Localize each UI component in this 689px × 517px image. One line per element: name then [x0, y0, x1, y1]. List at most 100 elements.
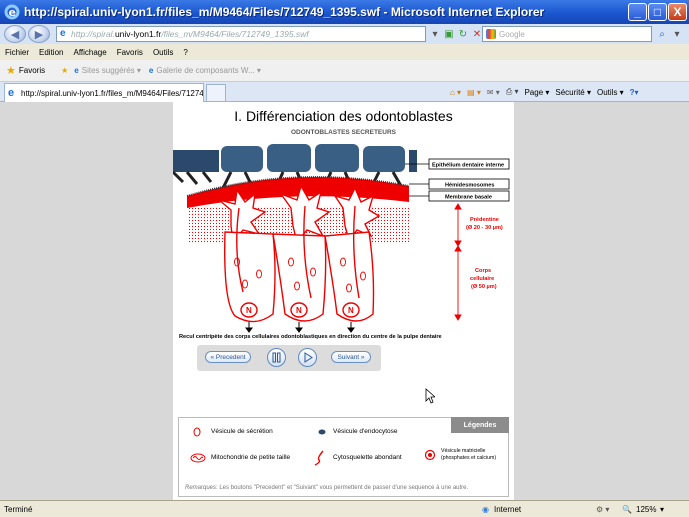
next-button[interactable]: Suivant »: [331, 351, 371, 363]
flash-slide: I. Différenciation des odontoblastes ODO…: [173, 102, 514, 500]
zone-label: Internet: [494, 504, 522, 514]
label-hemidesmosomes: Hémidesmosomes: [445, 183, 494, 189]
pause-icon: [272, 352, 281, 363]
internet-zone-icon: ◉: [482, 504, 489, 514]
label-membrane: Membrane basale: [445, 195, 492, 201]
suggested-sites-icon: e: [74, 66, 79, 75]
matrix-vesicle-icon: [424, 449, 436, 461]
menu-bar: Fichier Edition Affichage Favoris Outils…: [0, 44, 689, 60]
command-bar: ⌂ ▾ ▤ ▾ ✉ ▾ ⎙ ▾ Page ▾ Sécurité ▾ Outils…: [450, 84, 639, 100]
play-button[interactable]: [298, 348, 317, 367]
help-icon[interactable]: ?▾: [630, 88, 639, 97]
menu-fichier[interactable]: Fichier: [0, 48, 34, 57]
window-title: http://spiral.univ-lyon1.fr/files_m/M946…: [24, 5, 545, 19]
previous-button[interactable]: « Precedent: [205, 351, 251, 363]
refresh-icon[interactable]: ↻: [456, 27, 470, 41]
web-slice-gallery-link[interactable]: Galerie de composants W... ▾: [156, 66, 261, 75]
label-corps: Corps: [475, 268, 491, 274]
url-dropdown-icon[interactable]: ▾: [428, 27, 442, 41]
legend-endocytose: Vésicule d'endocytose: [333, 428, 398, 435]
title-bar: e http://spiral.univ-lyon1.fr/files_m/M9…: [0, 0, 689, 24]
menu-edition[interactable]: Edition: [34, 48, 68, 57]
menu-affichage[interactable]: Affichage: [68, 48, 111, 57]
security-menu[interactable]: Sécurité ▾: [555, 88, 591, 97]
diagram-caption: Recul centripète des corps cellulaires o…: [179, 334, 442, 340]
tab-current[interactable]: e http://spiral.univ-lyon1.fr/files_m/M9…: [4, 83, 204, 102]
label-predentine-size: (Ø 20 - 30 µm): [466, 225, 503, 231]
ie-logo-icon: e: [4, 4, 20, 20]
forward-arrow-icon: ▶: [34, 28, 44, 41]
new-tab-button[interactable]: [206, 84, 226, 101]
favorites-button[interactable]: Favoris: [19, 66, 45, 75]
play-icon: [304, 352, 313, 363]
remarks-label: Remarques: [185, 485, 217, 491]
label-epithelium: Epithélium dentaire interne: [432, 163, 504, 169]
favorites-bar: ★ Favoris ★ e Sites suggérés ▾ e Galerie…: [0, 60, 689, 82]
address-bar: ◀ ▶ e http://spiral. univ-lyon1.fr/files_…: [0, 24, 689, 44]
protected-mode-icon[interactable]: ⚙ ▾: [596, 505, 609, 514]
home-icon[interactable]: ⌂ ▾: [450, 88, 461, 97]
google-icon: [486, 29, 496, 39]
menu-help[interactable]: ?: [178, 48, 192, 57]
playback-controls: « Precedent Suivant »: [197, 345, 381, 371]
mitochondria-icon: [190, 453, 206, 463]
feeds-icon[interactable]: ▤ ▾: [467, 88, 481, 97]
label-predentine: Prédentine: [470, 217, 499, 223]
print-icon[interactable]: ⎙ ▾: [506, 87, 519, 97]
tools-menu[interactable]: Outils ▾: [597, 88, 624, 97]
back-arrow-icon: ◀: [10, 28, 20, 41]
menu-outils[interactable]: Outils: [148, 48, 178, 57]
tab-page-icon: e: [8, 87, 15, 99]
status-bar: Terminé ◉ Internet ⚙ ▾ 🔍 125% ▾: [0, 500, 689, 517]
url-host: univ-lyon1.fr: [114, 29, 162, 39]
favorites-star-icon: ★: [6, 65, 16, 77]
legend-panel: Légendes Vésicule de sécrétion Vésicule …: [178, 417, 509, 497]
zoom-level[interactable]: 125%: [636, 505, 656, 514]
content-area: I. Différenciation des odontoblastes ODO…: [0, 102, 689, 500]
svg-text:e: e: [9, 6, 16, 19]
nucleus-label-2: N: [296, 306, 302, 315]
forward-button[interactable]: ▶: [28, 25, 50, 43]
status-text: Terminé: [4, 504, 33, 514]
nucleus-label-1: N: [246, 306, 252, 315]
close-button[interactable]: X: [668, 3, 687, 21]
search-icon[interactable]: ⌕: [655, 27, 669, 41]
search-placeholder: Google: [499, 29, 525, 39]
mail-icon[interactable]: ✉ ▾: [487, 88, 500, 97]
label-corps-size: (Ø 50 µm): [471, 284, 497, 290]
legend-tab: Légendes: [451, 417, 509, 433]
remarks-text: : Les boutons "Precedent" et "Suivant" v…: [216, 485, 469, 491]
legend-secretion: Vésicule de sécrétion: [211, 428, 273, 435]
minimize-button[interactable]: _: [628, 3, 647, 21]
pause-button[interactable]: [267, 348, 286, 367]
add-favorite-icon[interactable]: ★: [61, 66, 68, 75]
odontoblast-diagram: N N N Epithélium dentaire interne Hémide…: [173, 144, 510, 333]
cytoskeleton-icon: [314, 450, 324, 466]
back-button[interactable]: ◀: [4, 25, 26, 43]
compat-icon[interactable]: ▣: [442, 27, 456, 41]
url-prefix: http://spiral.: [71, 29, 115, 39]
secretion-vesicle-icon: [193, 427, 201, 437]
zoom-dropdown-icon[interactable]: ▾: [660, 505, 664, 514]
legend-remarks: Remarques: Les boutons "Precedent" et "S…: [185, 485, 468, 491]
search-input[interactable]: Google: [482, 26, 652, 42]
legend-mitochondrie: Mitochondrie de petite taille: [211, 454, 291, 461]
endocytosis-vesicle-icon: [318, 429, 326, 435]
legend-matricielle-2: (phosphates et calcium): [441, 455, 497, 461]
tab-bar: e http://spiral.univ-lyon1.fr/files_m/M9…: [0, 82, 689, 102]
legend-matricielle-1: Vésicule matricielle: [441, 448, 486, 454]
search-options-icon[interactable]: ▾: [670, 27, 684, 41]
web-slice-icon: e: [148, 66, 154, 75]
mouse-cursor-icon: [425, 388, 435, 404]
url-path: /files_m/M9464/Files/712749_1395.swf: [161, 29, 309, 39]
suggested-sites-link[interactable]: Sites suggérés ▾: [82, 66, 141, 75]
nucleus-label-3: N: [348, 306, 354, 315]
zoom-icon: 🔍: [622, 504, 632, 514]
url-input[interactable]: e http://spiral. univ-lyon1.fr/files_m/M9…: [56, 26, 426, 42]
tab-label: http://spiral.univ-lyon1.fr/files_m/M946…: [21, 88, 204, 98]
page-menu[interactable]: Page ▾: [524, 88, 549, 97]
maximize-button[interactable]: □: [648, 3, 667, 21]
menu-favoris[interactable]: Favoris: [112, 48, 148, 57]
label-cellulaire: cellulaire: [470, 276, 494, 282]
legend-cytosquelette: Cytosquelette abondant: [333, 454, 402, 461]
